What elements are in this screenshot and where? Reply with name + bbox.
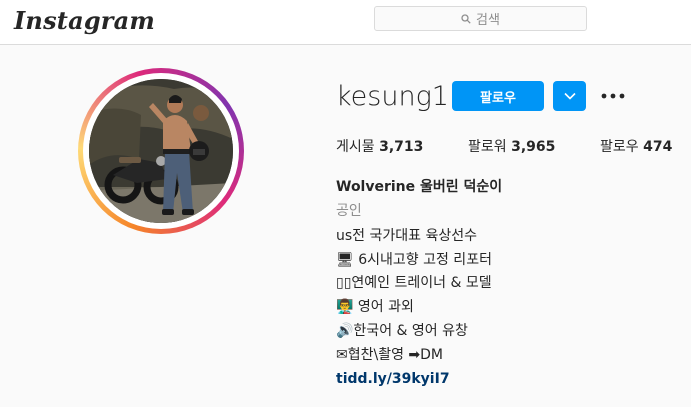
profile-avatar[interactable] [78, 68, 244, 234]
stat-value: 474 [643, 139, 673, 155]
stat-label: 팔로우 [600, 139, 639, 155]
profile-website-link[interactable]: tidd.ly/39kyiI7 [336, 370, 450, 388]
instagram-logo[interactable]: Instagram [14, 6, 155, 35]
posts-count: 게시물 3,713 [336, 136, 423, 156]
avatar-image [89, 79, 233, 223]
following-count[interactable]: 팔로우 474 [600, 136, 672, 156]
stat-value: 3,713 [379, 139, 424, 155]
bio-line: 👨‍🏫 영어 과외 [336, 299, 414, 315]
stat-label: 게시물 [336, 139, 375, 155]
more-options-icon [601, 93, 625, 99]
bio-line: us전 국가대표 육상선수 [336, 228, 477, 244]
more-options-button[interactable] [600, 84, 626, 108]
follow-button[interactable]: 팔로우 [452, 81, 544, 111]
search-input[interactable]: 검색 [374, 6, 587, 31]
bio-line: ▯▯연예인 트레이너 & 모델 [336, 275, 492, 291]
stat-label: 팔로워 [468, 139, 507, 155]
bio-line: 🖥 6시내고향 고정 리포터 [336, 252, 492, 268]
avatar-photo [89, 79, 233, 223]
suggested-accounts-dropdown-button[interactable] [553, 81, 586, 111]
followers-count[interactable]: 팔로워 3,965 [468, 136, 555, 156]
search-placeholder: 검색 [476, 13, 500, 28]
bio-line: ✉협찬\촬영 ➡DM [336, 347, 444, 363]
profile-category: 공인 [336, 203, 362, 219]
chevron-down-icon [563, 92, 576, 100]
top-navigation-bar: Instagram 검색 [0, 0, 691, 45]
search-icon [461, 13, 471, 24]
profile-full-name: Wolverine 울버린 덕순이 [336, 179, 503, 195]
profile-username: kesung1 [336, 81, 449, 112]
stat-value: 3,965 [511, 139, 556, 155]
bio-line: 🔊한국어 & 영어 유창 [336, 323, 468, 339]
